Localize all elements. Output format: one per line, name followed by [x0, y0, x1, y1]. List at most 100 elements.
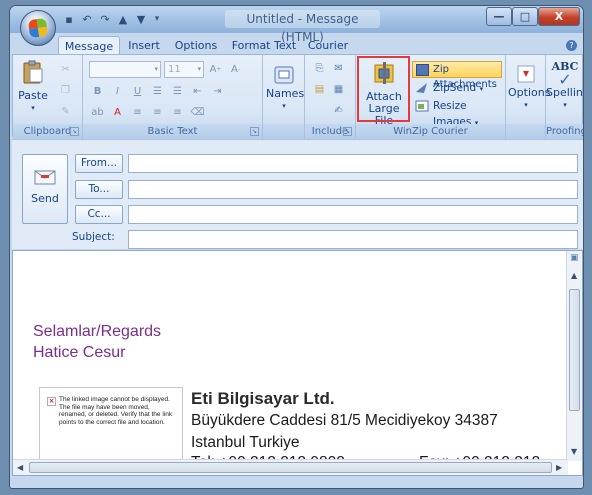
customize-qat-icon[interactable]: ▾	[152, 12, 162, 26]
business-card-icon[interactable]: ▤	[311, 81, 328, 97]
increase-indent-icon[interactable]: ⇥	[209, 83, 226, 99]
send-label: Send	[31, 192, 59, 205]
tab-message[interactable]: Message	[58, 36, 120, 55]
spelling-dropdown-icon[interactable]: ▾	[546, 99, 583, 111]
align-left-icon[interactable]: ≡	[129, 104, 146, 120]
send-button[interactable]: Send	[22, 154, 68, 224]
group-label-proofing: Proofing	[546, 124, 584, 139]
italic-icon[interactable]: I	[109, 83, 126, 99]
annotation-highlight-box	[357, 56, 410, 122]
to-field[interactable]	[128, 180, 578, 199]
cc-field[interactable]	[128, 205, 578, 224]
bold-icon[interactable]: B	[89, 83, 106, 99]
tab-options[interactable]: Options	[172, 36, 220, 55]
redo-icon[interactable]: ↷	[98, 12, 112, 26]
scroll-up-icon[interactable]: ▲	[571, 271, 577, 280]
attach-item-icon[interactable]: ✉	[330, 60, 347, 76]
grow-font-icon[interactable]: A +	[207, 61, 224, 77]
paste-dropdown-icon[interactable]: ▾	[15, 102, 51, 114]
ribbon-tabs: Message Insert Options Format Text Couri…	[10, 33, 583, 55]
vertical-scrollbar[interactable]: ▣ ▲ ▼	[566, 251, 582, 461]
bullets-icon[interactable]: ☰	[149, 83, 166, 99]
up-arrow-icon[interactable]: ▲	[116, 12, 130, 26]
signature-regards: Selamlar/Regards	[33, 323, 162, 340]
group-label-options	[506, 124, 545, 139]
save-icon[interactable]: ▪	[62, 12, 76, 26]
vertical-scroll-thumb[interactable]	[569, 289, 580, 411]
office-logo-icon	[27, 17, 49, 39]
message-body[interactable]: Selamlar/Regards Hatice Cesur × The link…	[12, 250, 583, 476]
message-header-form: Send From... To... Cc... Subject:	[12, 139, 583, 249]
minimize-button[interactable]: —	[486, 7, 512, 26]
numbering-icon[interactable]: ☰	[169, 83, 186, 99]
font-name-combo[interactable]: ▾	[89, 60, 161, 78]
attach-file-icon[interactable]: ⎘	[311, 60, 328, 76]
horizontal-scroll-thumb[interactable]	[29, 462, 552, 473]
to-button[interactable]: To...	[75, 180, 123, 199]
calendar-icon[interactable]: ▦	[330, 81, 347, 97]
shrink-font-icon[interactable]: A-	[227, 61, 244, 77]
scroll-left-icon[interactable]: ◀	[17, 463, 23, 472]
group-names: Names ▾	[263, 55, 305, 139]
align-center-icon[interactable]: ≡	[149, 104, 166, 120]
signature-name: Hatice Cesur	[33, 344, 126, 361]
company-city: Istanbul Turkiye	[191, 434, 300, 451]
group-options: Options ▾	[506, 55, 551, 139]
resize-images-icon	[415, 100, 429, 112]
undo-icon[interactable]: ↶	[80, 12, 94, 26]
names-dropdown-icon[interactable]: ▾	[266, 100, 302, 112]
options-button[interactable]: Options ▾	[508, 63, 551, 111]
font-size-combo[interactable]: 11 ▾	[164, 60, 204, 78]
paste-button[interactable]: Paste ▾	[15, 59, 51, 114]
title-bar: ▪ ↶ ↷ ▲ ▼ ▾ Untitled - Message (HTML) — …	[10, 6, 583, 44]
zipsend-button[interactable]: ZipSend ▾	[415, 80, 483, 97]
clear-format-icon[interactable]: ⌫	[189, 104, 206, 120]
tab-courier[interactable]: Courier	[306, 36, 350, 55]
clipboard-launcher-icon[interactable]: ↘	[70, 127, 79, 136]
align-right-icon[interactable]: ≡	[169, 104, 186, 120]
format-row: B I U ☰ ☰ ⇤ ⇥	[89, 82, 226, 100]
window-title: Untitled - Message (HTML)	[225, 10, 380, 44]
edit-mode-icon[interactable]: ▣	[570, 253, 579, 263]
scroll-right-icon[interactable]: ▶	[556, 463, 562, 472]
font-color-icon[interactable]: A	[109, 104, 126, 120]
zip-icon	[416, 64, 429, 76]
names-label: Names	[266, 87, 305, 100]
paste-label: Paste	[18, 89, 48, 102]
underline-icon[interactable]: U	[129, 83, 146, 99]
office-button[interactable]	[20, 10, 56, 46]
group-clipboard: Paste ▾ ✂ ❐ ✎ Clipboard ↘	[13, 55, 83, 139]
close-button[interactable]: X	[538, 7, 580, 26]
decrease-indent-icon[interactable]: ⇤	[189, 83, 206, 99]
clipboard-icon	[23, 60, 43, 84]
horizontal-scrollbar[interactable]: ◀ ▶	[13, 459, 568, 475]
from-field[interactable]	[128, 154, 578, 173]
include-launcher-icon[interactable]: ↘	[343, 127, 352, 136]
maximize-button[interactable]: □	[512, 7, 538, 26]
group-basic-text: ▾ 11▾ A+ A- B I U ☰ ☰ ⇤ ⇥ ab A ≡ ≡ ≡ ⌫	[83, 55, 263, 139]
scroll-down-icon[interactable]: ▼	[571, 447, 577, 456]
group-proofing: ABC ✓ Spelling ▾ Proofing	[546, 55, 584, 139]
names-button[interactable]: Names ▾	[266, 65, 305, 112]
highlight-icon[interactable]: ab	[89, 104, 106, 120]
down-arrow-icon[interactable]: ▼	[134, 12, 148, 26]
help-icon[interactable]: ?	[566, 40, 577, 51]
group-include: ⎘ ✉ ▤ ▦ ✍ Include ↘	[305, 55, 356, 139]
format-painter-icon[interactable]: ✎	[57, 103, 74, 119]
zipsend-icon	[416, 83, 427, 93]
from-button[interactable]: From...	[75, 154, 123, 173]
options-label: Options	[508, 86, 551, 99]
spelling-button[interactable]: ABC ✓ Spelling ▾	[546, 59, 583, 111]
cut-icon[interactable]: ✂	[57, 61, 74, 77]
tab-insert[interactable]: Insert	[124, 36, 164, 55]
tab-format-text[interactable]: Format Text	[228, 36, 300, 55]
basic-text-launcher-icon[interactable]: ↘	[250, 127, 259, 136]
signature-icon[interactable]: ✍	[330, 102, 347, 118]
subject-field[interactable]	[128, 230, 578, 249]
zip-attachments-button[interactable]: Zip Attachments	[412, 61, 502, 90]
cc-button[interactable]: Cc...	[75, 205, 123, 224]
options-dropdown-icon[interactable]: ▾	[508, 99, 544, 111]
broken-image-icon: ×	[47, 397, 56, 406]
copy-icon[interactable]: ❐	[57, 82, 74, 98]
broken-image-message: The linked image cannot be displayed. Th…	[59, 396, 173, 426]
